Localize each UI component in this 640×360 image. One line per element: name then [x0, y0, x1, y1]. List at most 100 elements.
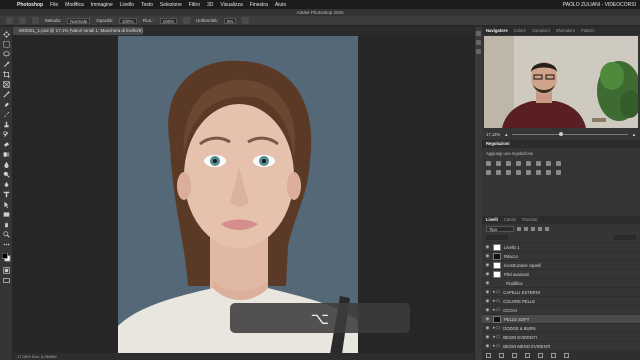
menu-filtro[interactable]: Filtro: [189, 2, 200, 8]
color-swatches[interactable]: [1, 252, 11, 262]
hand-tool-icon[interactable]: [3, 221, 10, 228]
new-group-icon[interactable]: [538, 352, 543, 358]
folder-icon[interactable]: ▸▭: [493, 334, 500, 340]
tab-swatches[interactable]: Campioni: [532, 27, 550, 35]
lasso-tool-icon[interactable]: [3, 51, 10, 58]
layer-opacity-field[interactable]: [614, 235, 636, 240]
type-tool-icon[interactable]: [3, 191, 10, 198]
visibility-eye-icon[interactable]: ◉: [485, 262, 490, 268]
folder-icon[interactable]: ▸▭: [493, 325, 500, 331]
filter-shape-icon[interactable]: [538, 226, 542, 231]
layer-row[interactable]: ◉ Ritocco: [482, 251, 640, 260]
tab-patterns[interactable]: Pattern: [581, 27, 595, 35]
history-brush-tool-icon[interactable]: [3, 131, 10, 138]
delete-layer-icon[interactable]: [564, 352, 569, 358]
blend-mode-select[interactable]: [486, 235, 508, 240]
crop-tool-icon[interactable]: [3, 71, 10, 78]
layer-name[interactable]: Fluidifica: [506, 281, 523, 286]
layer-thumbnail[interactable]: [493, 270, 501, 278]
menu-selezione[interactable]: Selezione: [160, 2, 182, 8]
screen-mode-icon[interactable]: [3, 277, 10, 284]
opacity-field[interactable]: 100%: [119, 17, 137, 24]
info-panel-icon[interactable]: [476, 49, 481, 54]
frame-tool-icon[interactable]: [3, 81, 10, 88]
layer-thumbnail[interactable]: [493, 243, 501, 251]
folder-icon[interactable]: ▸▭: [493, 343, 500, 349]
visibility-eye-icon[interactable]: ◉: [485, 280, 490, 286]
tab-layers[interactable]: Livelli: [486, 216, 498, 224]
dodge-tool-icon[interactable]: [3, 171, 10, 178]
layer-filter-select[interactable]: Tipo: [486, 225, 514, 232]
menu-file[interactable]: File: [50, 2, 58, 8]
layer-row[interactable]: ◉ ▸▭ BEGIN MENO EVIDENTI: [482, 341, 640, 350]
shape-tool-icon[interactable]: [3, 211, 10, 218]
hue-saturation-icon[interactable]: [536, 161, 541, 166]
menu-livello[interactable]: Livello: [120, 2, 134, 8]
visibility-eye-icon[interactable]: ◉: [485, 325, 490, 331]
layer-name[interactable]: BEGIN MENO EVIDENTI: [503, 344, 550, 349]
tab-navigator[interactable]: Navigatore: [486, 27, 508, 35]
link-layers-icon[interactable]: [486, 352, 491, 358]
menu-3d[interactable]: 3D: [207, 2, 213, 8]
menu-immagine[interactable]: Immagine: [91, 2, 113, 8]
zoom-tool-icon[interactable]: [3, 231, 10, 238]
new-adjustment-icon[interactable]: [525, 352, 530, 358]
layer-name[interactable]: ricostruzione capelli: [504, 263, 541, 268]
clone-stamp-tool-icon[interactable]: [3, 121, 10, 128]
history-panel-icon[interactable]: [476, 31, 481, 36]
tab-paths[interactable]: Tracciati: [522, 216, 538, 224]
filter-pixel-icon[interactable]: [517, 226, 521, 231]
zoom-value[interactable]: 17,13%: [486, 132, 500, 137]
visibility-eye-icon[interactable]: ◉: [485, 307, 490, 313]
layer-row[interactable]: ◉ Livello 1: [482, 242, 640, 251]
brush-tool-icon[interactable]: [3, 111, 10, 118]
menu-visualizza[interactable]: Visualizza: [220, 2, 242, 8]
smoothing-field[interactable]: 0%: [223, 17, 237, 24]
selective-color-icon[interactable]: [556, 170, 561, 175]
layer-row[interactable]: ◉ ▸▭ OCCHI: [482, 305, 640, 314]
invert-icon[interactable]: [516, 170, 521, 175]
filter-type-icon[interactable]: [531, 226, 535, 231]
gradient-tool-icon[interactable]: [3, 151, 10, 158]
menu-testo[interactable]: Testo: [141, 2, 153, 8]
visibility-eye-icon[interactable]: ◉: [485, 343, 490, 349]
properties-panel-icon[interactable]: [476, 40, 481, 45]
layer-name[interactable]: COLORE PELLE: [503, 299, 535, 304]
folder-icon[interactable]: ▸▭: [493, 289, 500, 295]
quick-select-tool-icon[interactable]: [3, 61, 10, 68]
zoom-in-icon[interactable]: ▲: [632, 132, 636, 137]
move-tool-icon[interactable]: [3, 31, 10, 38]
color-balance-icon[interactable]: [546, 161, 551, 166]
eraser-tool-icon[interactable]: [3, 141, 10, 148]
more-tools-icon[interactable]: [3, 241, 10, 248]
channel-mixer-icon[interactable]: [496, 170, 501, 175]
visibility-eye-icon[interactable]: ◉: [485, 334, 490, 340]
posterize-icon[interactable]: [526, 170, 531, 175]
layer-mask-thumbnail[interactable]: [493, 315, 501, 323]
filter-adjustment-icon[interactable]: [524, 226, 528, 231]
tab-gradients[interactable]: Sfumature: [556, 27, 575, 35]
settings-gear-icon[interactable]: [242, 17, 250, 24]
layer-name[interactable]: Filtri avanzati: [504, 272, 529, 277]
gradient-map-icon[interactable]: [546, 170, 551, 175]
vibrance-icon[interactable]: [526, 161, 531, 166]
brush-preset-icon[interactable]: [32, 17, 39, 24]
mode-select[interactable]: Normale: [67, 17, 91, 24]
visibility-eye-icon[interactable]: ◉: [485, 271, 490, 277]
path-selection-tool-icon[interactable]: [3, 201, 10, 208]
levels-icon[interactable]: [496, 161, 501, 166]
color-lookup-icon[interactable]: [506, 170, 511, 175]
layer-style-icon[interactable]: [499, 352, 504, 358]
curves-icon[interactable]: [506, 161, 511, 166]
marquee-tool-icon[interactable]: [3, 41, 10, 48]
visibility-eye-icon[interactable]: ◉: [485, 289, 490, 295]
layer-row[interactable]: ◉ ▸▭ CAPELLI ESTERNI: [482, 287, 640, 296]
eyedropper-tool-icon[interactable]: [3, 91, 10, 98]
folder-icon[interactable]: ▸▭: [493, 307, 500, 313]
menu-modifica[interactable]: Modifica: [65, 2, 84, 8]
blur-tool-icon[interactable]: [3, 161, 10, 168]
folder-icon[interactable]: ▸▭: [493, 298, 500, 304]
airbrush-icon[interactable]: [183, 17, 191, 24]
layer-row[interactable]: ◉ Filtri avanzati: [482, 269, 640, 278]
black-white-icon[interactable]: [556, 161, 561, 166]
